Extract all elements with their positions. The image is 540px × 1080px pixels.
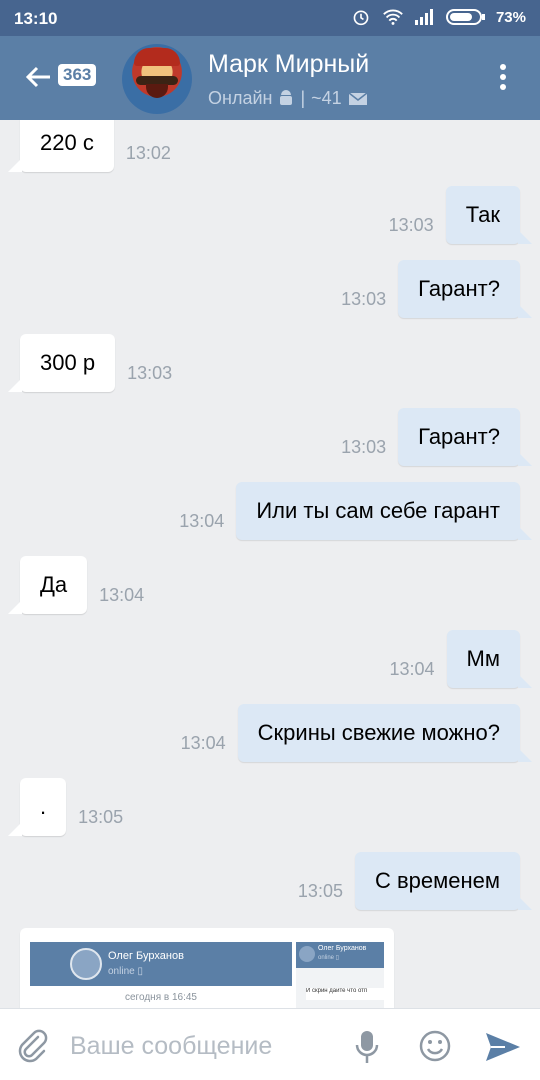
avatar-hat (134, 48, 180, 66)
message-out[interactable]: 13:05 С временем (286, 852, 533, 910)
mini-contact-status: online ▯ (108, 966, 143, 977)
message-time: 13:03 (388, 215, 434, 235)
message-text: Так (445, 186, 533, 244)
message-time: 13:04 (180, 733, 226, 753)
message-time: 13:03 (341, 437, 387, 457)
message-time: 13:03 (127, 363, 173, 383)
battery-percent: 73% (495, 8, 526, 26)
message-input[interactable] (70, 1029, 330, 1063)
contact-id: ~41 (311, 88, 342, 108)
message-time: 13:05 (297, 881, 343, 901)
battery-icon (445, 9, 485, 25)
message-time: 13:02 (125, 143, 171, 163)
message-text: Или ты сам себе гарант (236, 482, 532, 540)
message-time: 13:04 (179, 511, 225, 531)
status-separator: | (300, 88, 306, 108)
status-time: 13:10 (14, 9, 58, 28)
chat-header: 363 Марк Мирный Онлайн | ~41 (0, 36, 540, 120)
avatar[interactable] (122, 44, 192, 114)
message-input-bar (0, 1008, 540, 1080)
message-list[interactable]: 220 с 13:02 13:03 Так 13:03 Гарант? 300 … (0, 120, 540, 1008)
contact-status: Онлайн | ~41 (208, 88, 368, 109)
mini-avatar (70, 948, 102, 980)
status-icons: 73% (350, 8, 526, 26)
message-text: . (7, 778, 67, 836)
mini-contact-status: online ▯ (318, 955, 339, 961)
message-time: 13:03 (341, 289, 387, 309)
arrow-left-icon (26, 66, 50, 88)
mini-date: сегодня в 16:45 (125, 992, 197, 1003)
message-out[interactable]: 13:03 Гарант? (329, 408, 532, 466)
message-text: Мм (446, 630, 533, 688)
mini-message: И скрин дайте что отп (306, 988, 384, 1000)
more-options-icon[interactable] (498, 64, 508, 94)
online-status: Онлайн (208, 88, 273, 108)
message-text: Гарант? (398, 260, 532, 318)
mail-icon (348, 91, 368, 105)
message-time: 13:05 (78, 807, 124, 827)
attachment-image-2[interactable]: Олег Бурханов online ▯ И скрин дайте что… (296, 942, 384, 1008)
paperclip-icon[interactable] (16, 1029, 48, 1063)
back-button[interactable]: 363 (20, 54, 97, 100)
status-bar: 13:10 73% (0, 0, 540, 36)
avatar-mouth (146, 84, 168, 98)
message-time: 13:04 (389, 659, 435, 679)
message-in[interactable]: . 13:05 (7, 778, 135, 836)
android-icon (280, 89, 293, 105)
message-out[interactable]: 13:03 Гарант? (329, 260, 532, 318)
message-out[interactable]: 13:04 Или ты сам себе гарант (167, 482, 532, 540)
message-in[interactable]: 220 с 13:02 (8, 120, 183, 172)
message-text: Скрины свежие можно? (237, 704, 533, 762)
microphone-icon[interactable] (354, 1029, 380, 1065)
message-out[interactable]: 13:03 Так (377, 186, 533, 244)
message-text: 220 с (8, 120, 114, 172)
message-in[interactable]: 300 р 13:03 (7, 334, 184, 392)
unread-badge: 363 (58, 64, 97, 86)
message-text: С временем (354, 852, 533, 910)
mini-contact-name: Олег Бурханов (108, 950, 184, 962)
alarm-icon (353, 10, 369, 26)
message-in[interactable]: Да 13:04 (7, 556, 156, 614)
send-icon[interactable] (484, 1031, 522, 1063)
message-text: 300 р (7, 334, 116, 392)
contact-name[interactable]: Марк Мирный (208, 50, 369, 79)
image-attachment[interactable]: Олег Бурханов online ▯ сегодня в 16:45 О… (20, 928, 394, 1008)
signal-icon (414, 9, 433, 25)
message-text: Гарант? (398, 408, 532, 466)
mini-contact-name: Олег Бурханов (318, 945, 367, 952)
attachment-image-1[interactable]: Олег Бурханов online ▯ сегодня в 16:45 (30, 942, 292, 1008)
emoji-icon[interactable] (418, 1029, 452, 1063)
message-text: Да (7, 556, 88, 614)
message-time: 13:04 (99, 585, 145, 605)
wifi-icon (383, 9, 403, 25)
message-out[interactable]: 13:04 Мм (378, 630, 533, 688)
message-out[interactable]: 13:04 Скрины свежие можно? (169, 704, 533, 762)
mini-avatar (299, 946, 315, 962)
